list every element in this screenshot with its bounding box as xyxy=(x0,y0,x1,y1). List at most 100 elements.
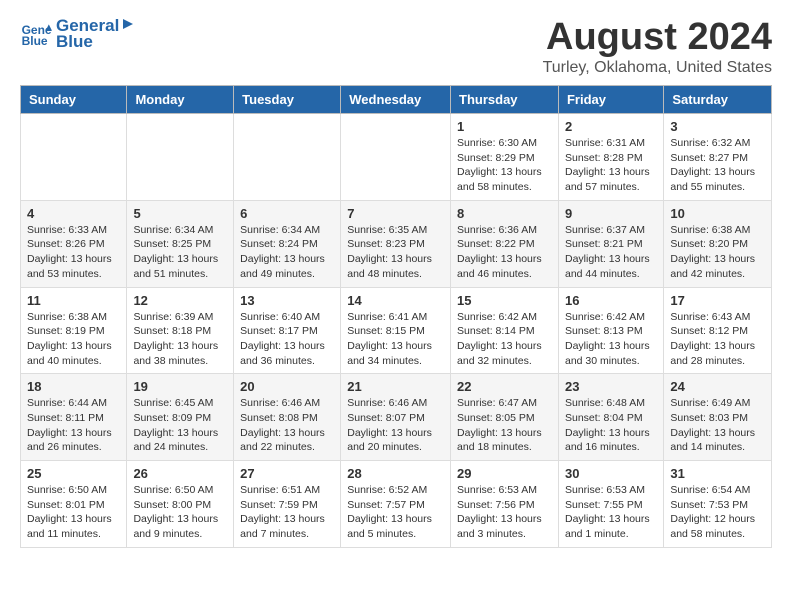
main-container: General Blue General Blue August 2024 Tu… xyxy=(0,0,792,564)
day-info: Sunrise: 6:36 AM Sunset: 8:22 PM Dayligh… xyxy=(457,223,552,282)
calendar-cell: 10Sunrise: 6:38 AM Sunset: 8:20 PM Dayli… xyxy=(664,200,772,287)
day-number: 31 xyxy=(670,466,765,481)
calendar-cell: 12 Sunrise: 6:39 AM Sunset: 8:18 PM Dayli… xyxy=(127,287,234,374)
day-number: 12 xyxy=(133,293,227,308)
day-info: Sunrise: 6:51 AM Sunset: 7:59 PM Dayligh… xyxy=(240,483,334,542)
day-info: Sunrise: 6:32 AM Sunset: 8:27 PM Dayligh… xyxy=(670,136,765,195)
calendar-table: SundayMondayTuesdayWednesdayThursdayFrid… xyxy=(20,85,772,548)
day-info: Sunrise: 6:31 AM Sunset: 8:28 PM Dayligh… xyxy=(565,136,657,195)
day-info: Sunrise: 6:53 AM Sunset: 7:56 PM Dayligh… xyxy=(457,483,552,542)
day-info: Sunrise: 6:39 AM Sunset: 8:18 PM Dayligh… xyxy=(133,310,227,369)
day-info: Sunrise: 6:53 AM Sunset: 7:55 PM Dayligh… xyxy=(565,483,657,542)
calendar-cell: 22 Sunrise: 6:47 AM Sunset: 8:05 PM Dayli… xyxy=(451,374,559,461)
logo-arrow-icon xyxy=(121,17,135,31)
calendar-cell: 2 Sunrise: 6:31 AM Sunset: 8:28 PM Daylig… xyxy=(558,114,663,201)
day-number: 27 xyxy=(240,466,334,481)
weekday-header-monday: Monday xyxy=(127,86,234,114)
day-number: 3 xyxy=(670,119,765,134)
day-number: 4 xyxy=(27,206,120,221)
day-info: Sunrise: 6:40 AM Sunset: 8:17 PM Dayligh… xyxy=(240,310,334,369)
day-number: 19 xyxy=(133,379,227,394)
logo-blue: Blue xyxy=(56,32,135,52)
logo-icon: General Blue xyxy=(20,18,52,50)
day-number: 6 xyxy=(240,206,334,221)
calendar-cell: 16Sunrise: 6:42 AM Sunset: 8:13 PM Dayli… xyxy=(558,287,663,374)
calendar-cell: 27 Sunrise: 6:51 AM Sunset: 7:59 PM Dayli… xyxy=(234,461,341,548)
calendar-header: SundayMondayTuesdayWednesdayThursdayFrid… xyxy=(21,86,772,114)
calendar-cell: 30 Sunrise: 6:53 AM Sunset: 7:55 PM Dayli… xyxy=(558,461,663,548)
day-number: 15 xyxy=(457,293,552,308)
calendar-cell: 20Sunrise: 6:46 AM Sunset: 8:08 PM Dayli… xyxy=(234,374,341,461)
calendar-cell: 5 Sunrise: 6:34 AM Sunset: 8:25 PM Daylig… xyxy=(127,200,234,287)
day-info: Sunrise: 6:34 AM Sunset: 8:24 PM Dayligh… xyxy=(240,223,334,282)
calendar-cell: 23Sunrise: 6:48 AM Sunset: 8:04 PM Dayli… xyxy=(558,374,663,461)
calendar-cell: 19 Sunrise: 6:45 AM Sunset: 8:09 PM Dayli… xyxy=(127,374,234,461)
calendar-cell: 4Sunrise: 6:33 AM Sunset: 8:26 PM Daylig… xyxy=(21,200,127,287)
day-number: 30 xyxy=(565,466,657,481)
day-number: 17 xyxy=(670,293,765,308)
day-number: 29 xyxy=(457,466,552,481)
day-info: Sunrise: 6:34 AM Sunset: 8:25 PM Dayligh… xyxy=(133,223,227,282)
subtitle: Turley, Oklahoma, United States xyxy=(543,59,772,77)
day-info: Sunrise: 6:41 AM Sunset: 8:15 PM Dayligh… xyxy=(347,310,444,369)
day-number: 9 xyxy=(565,206,657,221)
day-number: 2 xyxy=(565,119,657,134)
day-info: Sunrise: 6:38 AM Sunset: 8:20 PM Dayligh… xyxy=(670,223,765,282)
calendar-cell: 31 Sunrise: 6:54 AM Sunset: 7:53 PM Dayli… xyxy=(664,461,772,548)
calendar-cell: 21 Sunrise: 6:46 AM Sunset: 8:07 PM Dayli… xyxy=(341,374,451,461)
day-info: Sunrise: 6:47 AM Sunset: 8:05 PM Dayligh… xyxy=(457,396,552,455)
day-info: Sunrise: 6:30 AM Sunset: 8:29 PM Dayligh… xyxy=(457,136,552,195)
weekday-header-thursday: Thursday xyxy=(451,86,559,114)
day-number: 26 xyxy=(133,466,227,481)
day-number: 7 xyxy=(347,206,444,221)
calendar-cell: 17 Sunrise: 6:43 AM Sunset: 8:12 PM Dayli… xyxy=(664,287,772,374)
day-info: Sunrise: 6:50 AM Sunset: 8:01 PM Dayligh… xyxy=(27,483,120,542)
day-number: 28 xyxy=(347,466,444,481)
day-number: 1 xyxy=(457,119,552,134)
day-number: 25 xyxy=(27,466,120,481)
day-number: 22 xyxy=(457,379,552,394)
title-block: August 2024 Turley, Oklahoma, United Sta… xyxy=(543,16,772,77)
day-info: Sunrise: 6:42 AM Sunset: 8:13 PM Dayligh… xyxy=(565,310,657,369)
calendar-cell: 24Sunrise: 6:49 AM Sunset: 8:03 PM Dayli… xyxy=(664,374,772,461)
day-info: Sunrise: 6:54 AM Sunset: 7:53 PM Dayligh… xyxy=(670,483,765,542)
calendar-cell: 6 Sunrise: 6:34 AM Sunset: 8:24 PM Daylig… xyxy=(234,200,341,287)
calendar-cell: 13Sunrise: 6:40 AM Sunset: 8:17 PM Dayli… xyxy=(234,287,341,374)
calendar-week-row: 1 Sunrise: 6:30 AM Sunset: 8:29 PM Daylig… xyxy=(21,114,772,201)
day-info: Sunrise: 6:43 AM Sunset: 8:12 PM Dayligh… xyxy=(670,310,765,369)
calendar-cell: 28 Sunrise: 6:52 AM Sunset: 7:57 PM Dayli… xyxy=(341,461,451,548)
weekday-header-row: SundayMondayTuesdayWednesdayThursdayFrid… xyxy=(21,86,772,114)
day-info: Sunrise: 6:37 AM Sunset: 8:21 PM Dayligh… xyxy=(565,223,657,282)
calendar-cell: 18Sunrise: 6:44 AM Sunset: 8:11 PM Dayli… xyxy=(21,374,127,461)
day-info: Sunrise: 6:44 AM Sunset: 8:11 PM Dayligh… xyxy=(27,396,120,455)
weekday-header-wednesday: Wednesday xyxy=(341,86,451,114)
day-info: Sunrise: 6:42 AM Sunset: 8:14 PM Dayligh… xyxy=(457,310,552,369)
day-number: 14 xyxy=(347,293,444,308)
weekday-header-friday: Friday xyxy=(558,86,663,114)
day-info: Sunrise: 6:45 AM Sunset: 8:09 PM Dayligh… xyxy=(133,396,227,455)
day-number: 5 xyxy=(133,206,227,221)
calendar-week-row: 18Sunrise: 6:44 AM Sunset: 8:11 PM Dayli… xyxy=(21,374,772,461)
header: General Blue General Blue August 2024 Tu… xyxy=(20,16,772,77)
day-info: Sunrise: 6:50 AM Sunset: 8:00 PM Dayligh… xyxy=(133,483,227,542)
logo: General Blue General Blue xyxy=(20,16,135,52)
day-info: Sunrise: 6:38 AM Sunset: 8:19 PM Dayligh… xyxy=(27,310,120,369)
day-number: 8 xyxy=(457,206,552,221)
calendar-cell: 1 Sunrise: 6:30 AM Sunset: 8:29 PM Daylig… xyxy=(451,114,559,201)
day-info: Sunrise: 6:46 AM Sunset: 8:08 PM Dayligh… xyxy=(240,396,334,455)
day-info: Sunrise: 6:35 AM Sunset: 8:23 PM Dayligh… xyxy=(347,223,444,282)
calendar-week-row: 25 Sunrise: 6:50 AM Sunset: 8:01 PM Dayli… xyxy=(21,461,772,548)
day-info: Sunrise: 6:49 AM Sunset: 8:03 PM Dayligh… xyxy=(670,396,765,455)
calendar-cell xyxy=(21,114,127,201)
day-info: Sunrise: 6:46 AM Sunset: 8:07 PM Dayligh… xyxy=(347,396,444,455)
day-number: 23 xyxy=(565,379,657,394)
day-number: 11 xyxy=(27,293,120,308)
svg-text:Blue: Blue xyxy=(22,34,48,48)
calendar-cell: 8 Sunrise: 6:36 AM Sunset: 8:22 PM Daylig… xyxy=(451,200,559,287)
calendar-cell xyxy=(234,114,341,201)
day-number: 21 xyxy=(347,379,444,394)
day-info: Sunrise: 6:52 AM Sunset: 7:57 PM Dayligh… xyxy=(347,483,444,542)
calendar-cell: 9 Sunrise: 6:37 AM Sunset: 8:21 PM Daylig… xyxy=(558,200,663,287)
calendar-cell: 26 Sunrise: 6:50 AM Sunset: 8:00 PM Dayli… xyxy=(127,461,234,548)
weekday-header-sunday: Sunday xyxy=(21,86,127,114)
